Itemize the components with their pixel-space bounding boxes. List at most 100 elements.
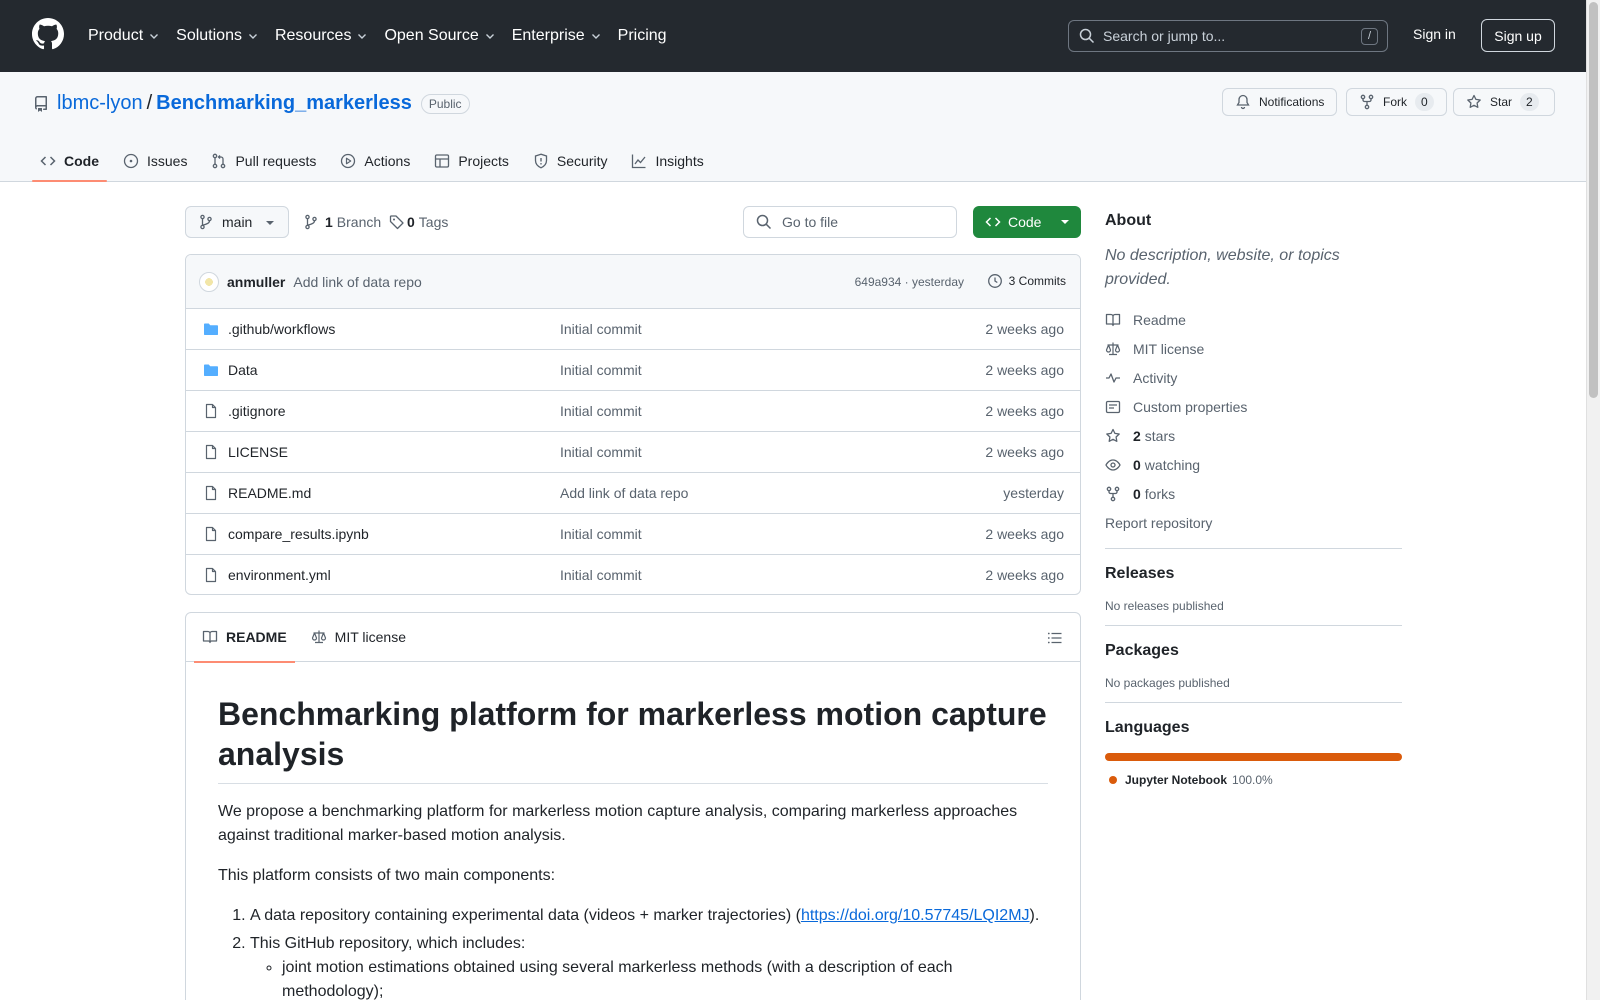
code-dropdown-button[interactable]: Code (973, 206, 1081, 238)
languages-heading: Languages (1105, 719, 1190, 736)
file-name-link[interactable]: .github/workflows (228, 321, 335, 337)
tab-mit-license[interactable]: MIT license (303, 613, 414, 662)
list-item: A data repository containing experimenta… (250, 904, 1048, 928)
commit-hash-time[interactable]: 649a934 · yesterday (855, 275, 964, 289)
code-button-label: Code (1008, 214, 1042, 230)
repo-owner-link[interactable]: lbmc-lyon (57, 92, 143, 115)
file-commit-message-link[interactable]: Initial commit (560, 321, 642, 337)
divider (1105, 548, 1402, 549)
nav-pricing[interactable]: Pricing (618, 27, 667, 45)
global-search-input[interactable]: Search or jump to... / (1068, 20, 1388, 52)
nav-enterprise[interactable]: Enterprise (512, 27, 602, 45)
github-logo-icon[interactable] (32, 18, 64, 50)
tab-projects[interactable]: Projects (426, 140, 517, 182)
file-row[interactable]: Data Initial commit 2 weeks ago (186, 350, 1080, 391)
file-row[interactable]: .github/workflows Initial commit 2 weeks a… (186, 309, 1080, 350)
commit-author-link[interactable]: anmuller (227, 274, 285, 290)
language-color-dot (1109, 776, 1117, 784)
file-name-link[interactable]: Data (228, 362, 258, 378)
file-name-link[interactable]: .gitignore (228, 403, 286, 419)
file-row[interactable]: README.md Add link of data repo yesterday (186, 473, 1080, 514)
shield-icon (534, 153, 548, 169)
readme-intro: We propose a benchmarking platform for m… (218, 803, 1018, 844)
sidebar-link-readme[interactable]: Readme (1105, 305, 1402, 334)
file-commit-message-link[interactable]: Initial commit (560, 403, 642, 419)
file-row[interactable]: LICENSE Initial commit 2 weeks ago (186, 432, 1080, 473)
about-description: No description, website, or topics provi… (1105, 247, 1340, 288)
caret-down-icon (266, 221, 274, 225)
commits-history-link[interactable]: 3 Commits (987, 273, 1066, 289)
sidebar-link-mit-license[interactable]: MIT license (1105, 334, 1402, 363)
file-name-link[interactable]: compare_results.ipynb (228, 526, 369, 542)
language-item[interactable]: Jupyter Notebook 100.0% (1105, 773, 1402, 787)
tab-security[interactable]: Security (525, 140, 616, 182)
tab-readme[interactable]: README (194, 613, 295, 663)
note-icon (1105, 400, 1121, 413)
file-name-link[interactable]: environment.yml (228, 567, 331, 583)
report-repository-link[interactable]: Report repository (1105, 508, 1402, 537)
file-name-link[interactable]: LICENSE (228, 444, 288, 460)
code-icon (40, 156, 56, 166)
law-icon (1105, 342, 1121, 355)
readme-components-intro: This platform consists of two main compo… (218, 867, 556, 884)
file-commit-message-link[interactable]: Add link of data repo (560, 485, 688, 501)
nav-product[interactable]: Product (88, 27, 160, 45)
eye-icon (1105, 458, 1121, 471)
go-to-file-input[interactable]: Go to file (743, 206, 957, 238)
avatar[interactable] (199, 271, 219, 292)
pulse-icon (1106, 372, 1120, 383)
sidebar-link-custom-properties[interactable]: Custom properties (1105, 392, 1402, 421)
tags-link[interactable]: 0 Tags (389, 214, 448, 230)
file-name-link[interactable]: README.md (228, 485, 311, 501)
tab-code[interactable]: Code (32, 140, 107, 182)
tab-insights[interactable]: Insights (623, 140, 711, 182)
tab-pull-requests[interactable]: Pull requests (203, 140, 324, 182)
releases-heading[interactable]: Releases (1105, 565, 1402, 583)
nav-resources[interactable]: Resources (275, 27, 368, 45)
sidebar-link-label: watching (1144, 456, 1201, 473)
file-date: 2 weeks ago (985, 403, 1064, 419)
star-button[interactable]: Star 2 (1453, 88, 1555, 116)
sidebar-link-stars[interactable]: 2 stars (1105, 421, 1402, 450)
fork-button[interactable]: Fork 0 (1346, 88, 1447, 116)
page-scrollbar[interactable] (1586, 0, 1600, 1000)
sidebar-link-forks[interactable]: 0 forks (1105, 479, 1402, 508)
file-commit-message-link[interactable]: Initial commit (560, 526, 642, 542)
sidebar-link-label: Activity (1133, 369, 1178, 386)
fork-icon (1106, 486, 1120, 501)
file-commit-message-link[interactable]: Initial commit (560, 567, 642, 583)
file-date: yesterday (1003, 485, 1064, 501)
commits-count-label: 3 Commits (1008, 274, 1066, 288)
sign-up-button[interactable]: Sign up (1481, 19, 1555, 52)
branch-selector[interactable]: main (185, 206, 289, 238)
repo-tabs: Code Issues Pull requests Actions Projec… (32, 140, 720, 182)
file-icon (205, 567, 217, 583)
sign-in-link[interactable]: Sign in (1413, 26, 1456, 42)
file-icon (205, 485, 217, 501)
tab-label: Security (556, 153, 608, 169)
file-commit-message-link[interactable]: Initial commit (560, 444, 642, 460)
file-row[interactable]: compare_results.ipynb Initial commit 2 wee… (186, 514, 1080, 555)
commit-message-link[interactable]: Add link of data repo (293, 274, 421, 290)
search-icon (1079, 28, 1095, 44)
data-repo-doi-link[interactable]: https://doi.org/10.57745/LQI2MJ (801, 907, 1030, 924)
file-commit-message-link[interactable]: Initial commit (560, 362, 642, 378)
repo-name-link[interactable]: Benchmarking_markerless (156, 92, 412, 115)
packages-heading[interactable]: Packages (1105, 642, 1402, 660)
sidebar-link-activity[interactable]: Activity (1105, 363, 1402, 392)
branches-link[interactable]: 1 Branch (303, 214, 381, 230)
nav-solutions[interactable]: Solutions (176, 27, 259, 45)
divider (1105, 702, 1402, 703)
scrollbar-thumb[interactable] (1589, 2, 1598, 398)
tab-label: Issues (147, 153, 188, 169)
readme-panel: README MIT license Benchmarking platform… (185, 612, 1081, 1000)
tab-actions[interactable]: Actions (332, 140, 418, 182)
sidebar-link-watching[interactable]: 0 watching (1105, 450, 1402, 479)
outline-list-icon[interactable] (1047, 630, 1063, 646)
nav-open-source[interactable]: Open Source (384, 27, 495, 45)
file-row[interactable]: .gitignore Initial commit 2 weeks ago (186, 391, 1080, 432)
list-item: This GitHub repository, which includes: … (250, 932, 1048, 1000)
notifications-button[interactable]: Notifications (1222, 88, 1338, 116)
file-row[interactable]: environment.yml Initial commit 2 weeks ago (186, 555, 1080, 594)
tab-issues[interactable]: Issues (115, 140, 195, 182)
